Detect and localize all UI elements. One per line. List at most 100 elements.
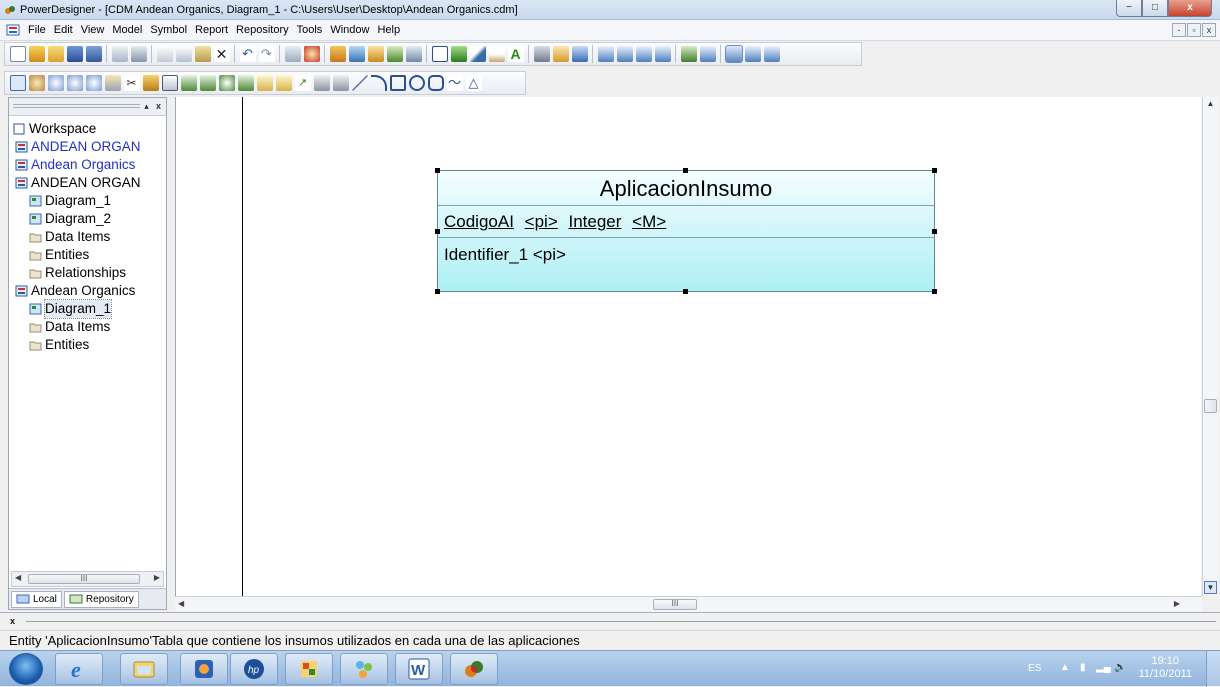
browser-horizontal-scrollbar[interactable]: ◀ III ▶ [11,571,164,587]
merge-icon[interactable] [405,46,422,62]
menu-tools[interactable]: Tools [293,24,327,36]
canvas-scroll-left-icon[interactable]: ◀ [178,599,184,608]
properties-icon[interactable] [284,46,301,62]
canvas-horizontal-scrollbar[interactable]: ◀ III ▶ [175,596,1202,612]
canvas-vertical-scrollbar[interactable]: ▲ ▼ [1202,97,1218,596]
panel-close-button[interactable]: x [153,101,164,112]
delete-tool-icon[interactable]: ✂ [123,75,140,91]
symbol-icon[interactable] [431,46,448,62]
forward-icon[interactable] [571,46,588,62]
view-icon-2[interactable] [699,46,716,62]
tree-node[interactable]: Entities [13,336,141,354]
link-icon[interactable]: ↗ [294,75,311,91]
menu-symbol[interactable]: Symbol [146,24,191,36]
resize-handle[interactable] [683,168,688,173]
layout-icon-2[interactable] [616,46,633,62]
close-button[interactable]: x [1168,0,1212,17]
back-icon[interactable] [552,46,569,62]
canvas-scroll-thumb[interactable]: III [653,599,697,610]
new-icon[interactable] [9,46,26,62]
paste-icon[interactable] [194,46,211,62]
taskbar-internet-explorer[interactable]: e [55,653,103,685]
entity-icon[interactable] [161,75,178,91]
scroll-up-icon[interactable]: ▲ [1204,98,1217,111]
tree-node[interactable]: Diagram_1 [13,192,141,210]
tree-node[interactable]: Data Items [13,228,141,246]
tree-node[interactable]: Diagram_2 [13,210,141,228]
new-model-icon[interactable] [28,46,45,62]
resize-handle[interactable] [932,168,937,173]
undo-icon[interactable]: ↶ [239,46,256,62]
entity-symbol[interactable]: AplicacionInsumo CodigoAI <pi> Integer <… [437,170,935,292]
save-icon[interactable] [66,46,83,62]
cut-icon[interactable] [156,46,173,62]
print-preview-icon[interactable] [111,46,128,62]
tree-node[interactable]: ANDEAN ORGAN [13,138,141,156]
print-icon[interactable] [130,46,147,62]
tree-node[interactable]: Andean Organics [13,282,141,300]
menu-model[interactable]: Model [108,24,146,36]
open-package-icon[interactable] [85,75,102,91]
open-icon[interactable] [47,46,64,62]
fill-icon[interactable] [488,46,505,62]
network-icon[interactable]: ▂▄ [1096,662,1111,674]
zoom-in-icon[interactable] [47,75,64,91]
layout-icon-3[interactable] [635,46,652,62]
scroll-right-icon[interactable]: ▶ [154,573,160,582]
resize-handle[interactable] [435,289,440,294]
volume-icon[interactable]: 🔈 [1114,662,1126,674]
tree-node[interactable]: Diagram_1 [13,299,141,319]
taskbar-media-player[interactable] [180,653,228,685]
copy-icon[interactable] [175,46,192,62]
maximize-button[interactable]: □ [1142,0,1168,17]
minimize-button[interactable]: − [1116,0,1142,17]
browser-icon[interactable] [303,46,320,62]
tree-node[interactable]: Workspace [13,120,141,138]
taskbar-paint-app[interactable] [285,653,333,685]
show-hidden-icons-icon[interactable]: ▲ [1060,662,1070,673]
text-icon[interactable] [332,75,349,91]
window-icon-1[interactable] [724,45,743,63]
menu-view[interactable]: View [77,24,109,36]
taskbar-hp-app[interactable]: hp [230,653,278,685]
tab-local[interactable]: Local [11,590,62,608]
association-link-icon[interactable] [237,75,254,91]
taskbar-powerdesigner[interactable] [450,653,498,685]
scroll-left-icon[interactable]: ◀ [15,573,21,582]
package-icon[interactable] [142,75,159,91]
scroll-thumb[interactable]: III [28,574,140,584]
scroll-down-icon[interactable]: ▼ [1204,581,1217,594]
document-icon[interactable] [6,24,20,36]
menu-help[interactable]: Help [373,24,404,36]
output-close-button[interactable]: x [10,616,15,626]
pin-button[interactable]: ▴ [141,101,152,112]
align-icon[interactable] [533,46,550,62]
rectangle-icon[interactable] [389,75,406,91]
taskbar-file-explorer[interactable] [120,653,168,685]
language-indicator[interactable]: ES [1028,663,1041,674]
resize-handle[interactable] [683,289,688,294]
table-icon[interactable] [450,46,467,62]
save-all-icon[interactable] [85,46,102,62]
relationship-icon[interactable] [180,75,197,91]
polyline-icon[interactable]: 〜 [446,75,463,91]
resize-handle[interactable] [435,168,440,173]
taskbar-word[interactable]: W [395,653,443,685]
canvas-scroll-right-icon[interactable]: ▶ [1174,599,1180,608]
view-icon-1[interactable] [680,46,697,62]
rounded-rectangle-icon[interactable] [427,75,444,91]
tree-node[interactable]: Entities [13,246,141,264]
note-icon[interactable] [275,75,292,91]
redo-icon[interactable]: ↷ [258,46,275,62]
font-color-icon[interactable]: A [507,46,524,62]
arc-icon[interactable] [370,75,387,91]
generate-icon[interactable] [348,46,365,62]
layout-icon-4[interactable] [654,46,671,62]
compare-icon[interactable] [386,46,403,62]
window-icon-3[interactable] [763,46,780,62]
battery-icon[interactable]: ▮ [1080,662,1090,674]
check-model-icon[interactable] [329,46,346,62]
tab-repository[interactable]: Repository [63,590,139,608]
taskbar-people-app[interactable] [340,653,388,685]
menu-report[interactable]: Report [191,24,232,36]
